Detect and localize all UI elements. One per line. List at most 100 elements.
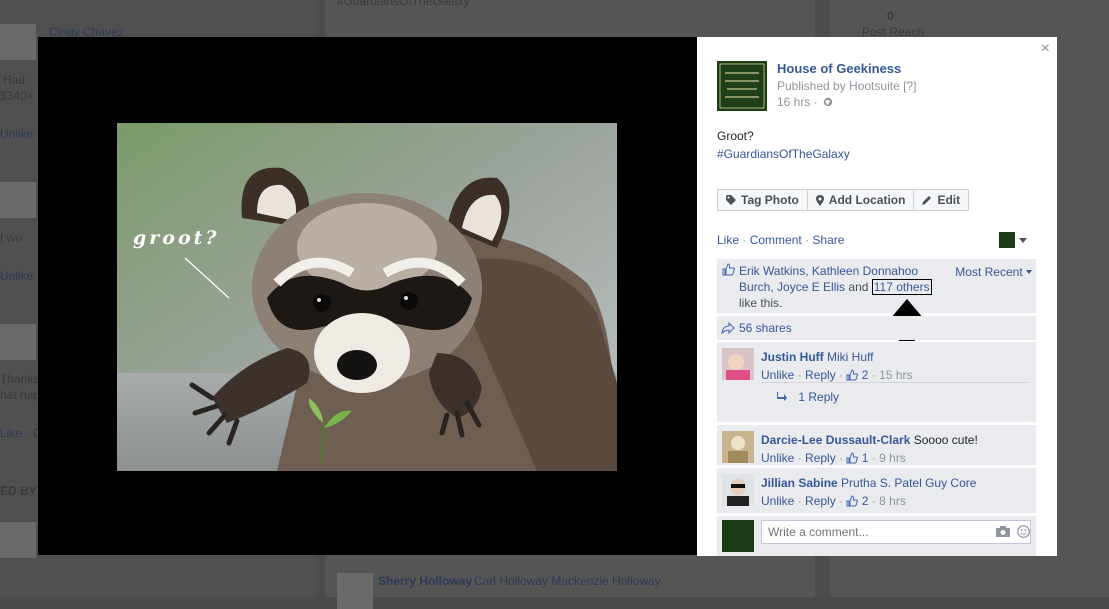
reply-arrow-icon bbox=[777, 392, 787, 401]
chevron-down-icon[interactable] bbox=[1019, 238, 1027, 243]
tag-photo-button[interactable]: Tag Photo bbox=[717, 189, 808, 211]
photo-caption: groot? bbox=[133, 227, 220, 249]
comment-body: Jillian Sabine Prutha S. Patel Guy Core … bbox=[761, 474, 976, 510]
comment-text: Soooo cute! bbox=[913, 433, 978, 447]
like-link[interactable]: Like bbox=[717, 233, 739, 247]
pencil-icon bbox=[922, 196, 932, 205]
separator: · bbox=[797, 494, 802, 508]
published-by: Published by Hootsuite [?] bbox=[777, 79, 917, 93]
page-name-link[interactable]: House of Geekiness bbox=[777, 61, 901, 76]
separator: · bbox=[871, 494, 876, 508]
feed-snippet: $340+ bbox=[0, 89, 34, 103]
feed-name: Sherry Holloway bbox=[378, 574, 473, 588]
feed-snippet: Like · C bbox=[0, 426, 42, 440]
comment-like-count[interactable]: 2 bbox=[862, 494, 869, 508]
post-reach-count: 0 bbox=[887, 9, 894, 23]
post-time-text[interactable]: 16 hrs · bbox=[777, 95, 818, 109]
feed-snippet: I wo bbox=[0, 231, 23, 245]
separator: · bbox=[742, 233, 747, 247]
feed-hashtag: #GuardiansOfTheGalaxy bbox=[337, 0, 470, 8]
tagged-name-link[interactable]: Miki Huff bbox=[827, 350, 873, 364]
feed-unlike: Unlike bbox=[0, 269, 34, 283]
commenter-name-link[interactable]: Jillian Sabine bbox=[761, 476, 838, 490]
write-comment-area bbox=[717, 516, 1036, 556]
post-hashtag-link[interactable]: #GuardiansOfTheGalaxy bbox=[717, 147, 850, 161]
comment-time[interactable]: 15 hrs bbox=[879, 368, 912, 382]
replies-count: 1 Reply bbox=[798, 390, 840, 404]
feed-avatar bbox=[0, 522, 36, 558]
separator: · bbox=[871, 451, 876, 465]
post-actions: Like · Comment · Share bbox=[717, 233, 844, 247]
photo-action-buttons: Tag Photo Add Location Edit bbox=[717, 189, 970, 211]
separator: · bbox=[871, 368, 876, 382]
reply-link[interactable]: Reply bbox=[805, 494, 836, 508]
emoji-icon[interactable] bbox=[1017, 525, 1030, 538]
tag-icon bbox=[726, 195, 736, 205]
feed-snippet: hat hap bbox=[0, 388, 41, 402]
raccoon-photo: groot? bbox=[117, 123, 617, 471]
separator: · bbox=[839, 368, 844, 382]
likes-suffix: like this. bbox=[739, 296, 783, 310]
share-link[interactable]: Share bbox=[812, 233, 844, 247]
comment-like-count[interactable]: 2 bbox=[862, 368, 869, 382]
others-likes-link[interactable]: 117 others bbox=[871, 279, 932, 295]
comment-item: Justin Huff Miki Huff Unlike · Reply · 2… bbox=[717, 342, 1036, 422]
view-replies-link[interactable]: 1 Reply bbox=[777, 390, 839, 404]
feed-tagged: Carl Holloway Mackenzie Holloway bbox=[474, 574, 661, 588]
globe-icon[interactable] bbox=[823, 97, 833, 107]
chevron-down-icon bbox=[1026, 270, 1032, 274]
shares-row[interactable]: 56 shares bbox=[717, 316, 1036, 340]
feed-snippet: Had bbox=[3, 73, 26, 87]
likes-summary: Erik Watkins, Kathleen Donnahoo Burch, J… bbox=[717, 259, 1036, 313]
photo-side-panel: × House of Geekiness Published by Hootsu… bbox=[697, 37, 1057, 556]
comment-body: Darcie-Lee Dussault-Clark Soooo cute! Un… bbox=[761, 431, 978, 467]
unlike-link[interactable]: Unlike bbox=[761, 451, 794, 465]
sort-comments-dropdown[interactable]: Most Recent bbox=[955, 265, 1032, 279]
close-button[interactable]: × bbox=[1041, 40, 1050, 58]
divider bbox=[761, 382, 1029, 383]
post-text: Groot? bbox=[717, 129, 754, 143]
thumbs-up-icon bbox=[846, 369, 859, 381]
sort-label: Most Recent bbox=[955, 265, 1023, 279]
add-location-label: Add Location bbox=[828, 193, 906, 207]
feed-avatar bbox=[0, 324, 36, 360]
add-location-button[interactable]: Add Location bbox=[806, 189, 915, 211]
camera-icon[interactable] bbox=[996, 526, 1010, 537]
commenter-avatar[interactable] bbox=[722, 348, 754, 380]
comment-link[interactable]: Comment bbox=[750, 233, 802, 247]
post-time: 16 hrs · bbox=[777, 95, 833, 109]
reply-link[interactable]: Reply bbox=[805, 368, 836, 382]
shares-count-link[interactable]: 56 shares bbox=[739, 321, 792, 335]
post-as-avatar[interactable] bbox=[999, 232, 1015, 248]
reply-link[interactable]: Reply bbox=[805, 451, 836, 465]
feed-snippet: Thanks bbox=[0, 372, 40, 386]
likes-and: and bbox=[848, 280, 869, 294]
edit-button[interactable]: Edit bbox=[913, 189, 970, 211]
commenter-name-link[interactable]: Darcie-Lee Dussault-Clark bbox=[761, 433, 910, 447]
separator: · bbox=[839, 451, 844, 465]
location-pin-icon bbox=[815, 194, 824, 206]
feed-unlike: Unlike bbox=[0, 127, 34, 141]
thumbs-up-icon bbox=[722, 263, 735, 276]
current-page-avatar bbox=[722, 520, 754, 552]
thumbs-up-icon bbox=[846, 452, 859, 464]
unlike-link[interactable]: Unlike bbox=[761, 368, 794, 382]
comment-time[interactable]: 9 hrs bbox=[879, 451, 906, 465]
tag-photo-label: Tag Photo bbox=[741, 193, 799, 207]
page-avatar[interactable] bbox=[717, 61, 767, 111]
commenter-avatar[interactable] bbox=[722, 474, 754, 506]
commenter-name-link[interactable]: Justin Huff bbox=[761, 350, 824, 364]
tagged-names-link[interactable]: Prutha S. Patel Guy Core bbox=[841, 476, 976, 490]
commenter-avatar[interactable] bbox=[722, 431, 754, 463]
photo-viewer[interactable]: groot? bbox=[38, 37, 697, 555]
feed-avatar bbox=[0, 182, 36, 218]
thumbs-up-icon bbox=[846, 495, 859, 507]
separator: · bbox=[797, 451, 802, 465]
comment-body: Justin Huff Miki Huff Unlike · Reply · 2… bbox=[761, 348, 913, 384]
unlike-link[interactable]: Unlike bbox=[761, 494, 794, 508]
comment-like-count[interactable]: 1 bbox=[862, 451, 869, 465]
comment-input[interactable] bbox=[761, 520, 1031, 544]
feed-avatar bbox=[0, 24, 36, 60]
share-arrow-icon bbox=[721, 322, 735, 334]
comment-time[interactable]: 8 hrs bbox=[879, 494, 906, 508]
